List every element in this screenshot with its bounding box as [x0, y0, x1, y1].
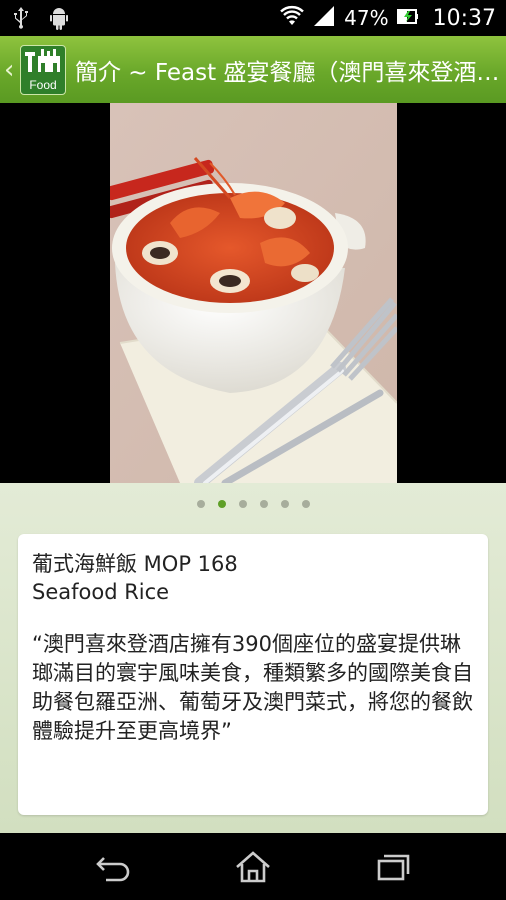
page-dot-5[interactable]: [280, 500, 289, 508]
wifi-icon: [280, 5, 304, 31]
logo-text: Food: [29, 77, 57, 92]
home-icon[interactable]: [233, 849, 273, 885]
navigation-bar: [0, 833, 506, 900]
dish-description: “澳門喜來登酒店擁有390個座位的盛宴提供琳瑯滿目的寰宇風味美食，種類繁多的國際…: [32, 632, 473, 743]
back-icon[interactable]: [94, 849, 134, 885]
clock: 10:37: [432, 5, 496, 31]
status-bar: 47% 10:37: [0, 0, 506, 36]
photo-gallery[interactable]: [0, 103, 506, 483]
page-indicator: [0, 500, 506, 508]
dish-name-english: Seafood Rice: [32, 580, 170, 604]
dish-name-chinese-price: 葡式海鮮飯 MOP 168: [32, 552, 238, 576]
action-bar: ‹ Food 簡介 ~ Feast 盛宴餐廳（澳門喜來登酒店）: [0, 36, 506, 103]
battery-percent: 47%: [344, 6, 389, 30]
page-title: 簡介 ~ Feast 盛宴餐廳（澳門喜來登酒店）: [75, 59, 505, 86]
seafood-rice-photo[interactable]: [110, 103, 397, 483]
recents-icon[interactable]: [374, 849, 414, 885]
android-icon: [48, 6, 70, 34]
page-dot-4[interactable]: [259, 500, 268, 508]
page-dot-2-active[interactable]: [217, 500, 226, 508]
page-dot-6[interactable]: [301, 500, 310, 508]
description-card: 葡式海鮮飯 MOP 168 Seafood Rice “澳門喜來登酒店擁有390…: [18, 534, 488, 815]
app-logo[interactable]: Food: [20, 44, 66, 95]
signal-icon: [312, 5, 336, 31]
chevron-left-icon[interactable]: ‹: [4, 55, 16, 85]
battery-charging-icon: [396, 7, 419, 29]
usb-icon: [12, 6, 30, 34]
dish-title: 葡式海鮮飯 MOP 168 Seafood Rice: [32, 550, 238, 606]
page-dot-3[interactable]: [238, 500, 247, 508]
page-dot-1[interactable]: [196, 500, 205, 508]
